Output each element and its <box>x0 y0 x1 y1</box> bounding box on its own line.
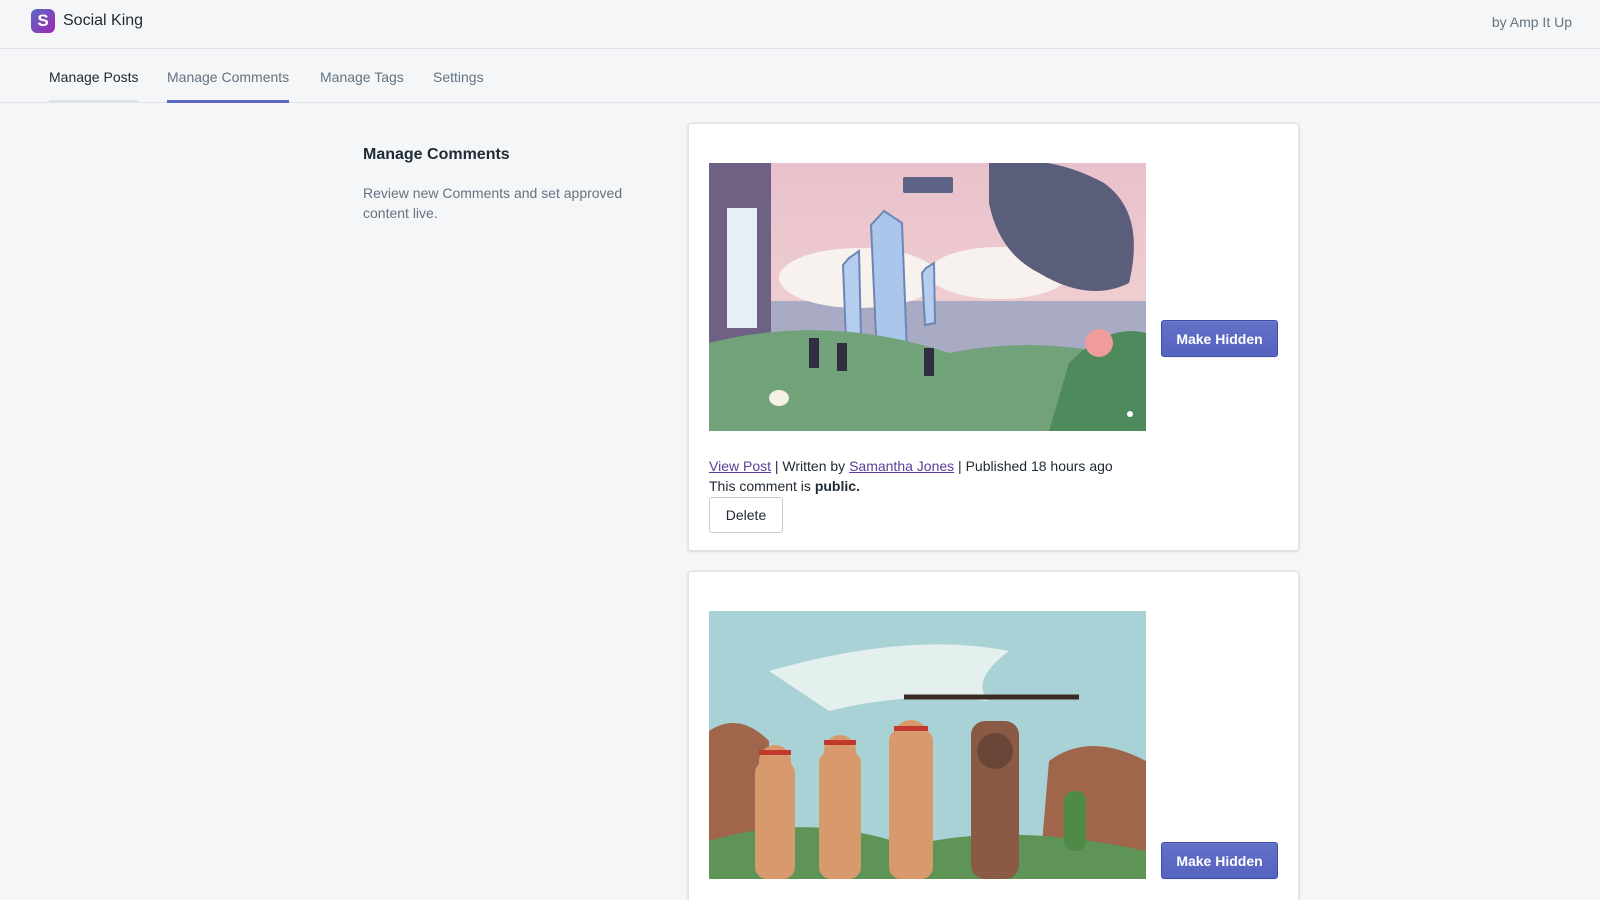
top-bar: S Social King by Amp It Up <box>0 0 1600 49</box>
fantasy-landscape-illustration <box>709 163 1146 431</box>
warriors-illustration <box>709 611 1146 879</box>
status-value: public. <box>814 478 860 494</box>
comment-card: Make Hidden <box>688 571 1299 900</box>
delete-button[interactable]: Delete <box>709 497 783 533</box>
comment-meta: View Post | Written by Samantha Jones | … <box>709 456 1113 476</box>
make-hidden-button[interactable]: Make Hidden <box>1161 320 1278 357</box>
view-post-link[interactable]: View Post <box>709 458 771 474</box>
tab-bar: Manage Posts Manage Comments Manage Tags… <box>0 49 1600 103</box>
comment-image[interactable] <box>709 163 1146 431</box>
author-link[interactable]: Samantha Jones <box>849 458 954 474</box>
app-title: Social King <box>63 12 144 29</box>
status-prefix: This comment is <box>709 478 815 494</box>
comment-status: This comment is public. <box>709 476 860 496</box>
tab-manage-tags[interactable]: Manage Tags <box>320 49 404 103</box>
tab-manage-comments[interactable]: Manage Comments <box>167 49 290 103</box>
tab-manage-posts[interactable]: Manage Posts <box>49 49 139 103</box>
written-by-prefix: | Written by <box>771 458 850 474</box>
make-hidden-button[interactable]: Make Hidden <box>1161 842 1278 879</box>
app-logo-icon: S <box>31 9 55 33</box>
byline: by Amp It Up <box>1491 14 1572 30</box>
tab-settings[interactable]: Settings <box>433 49 484 103</box>
comment-card: Make Hidden View Post | Written by Saman… <box>688 123 1299 551</box>
section-description: Review new Comments and set approved con… <box>363 185 623 221</box>
comment-image[interactable] <box>709 611 1146 879</box>
section-title: Manage Comments <box>363 146 510 163</box>
published-time: | Published 18 hours ago <box>954 458 1113 474</box>
